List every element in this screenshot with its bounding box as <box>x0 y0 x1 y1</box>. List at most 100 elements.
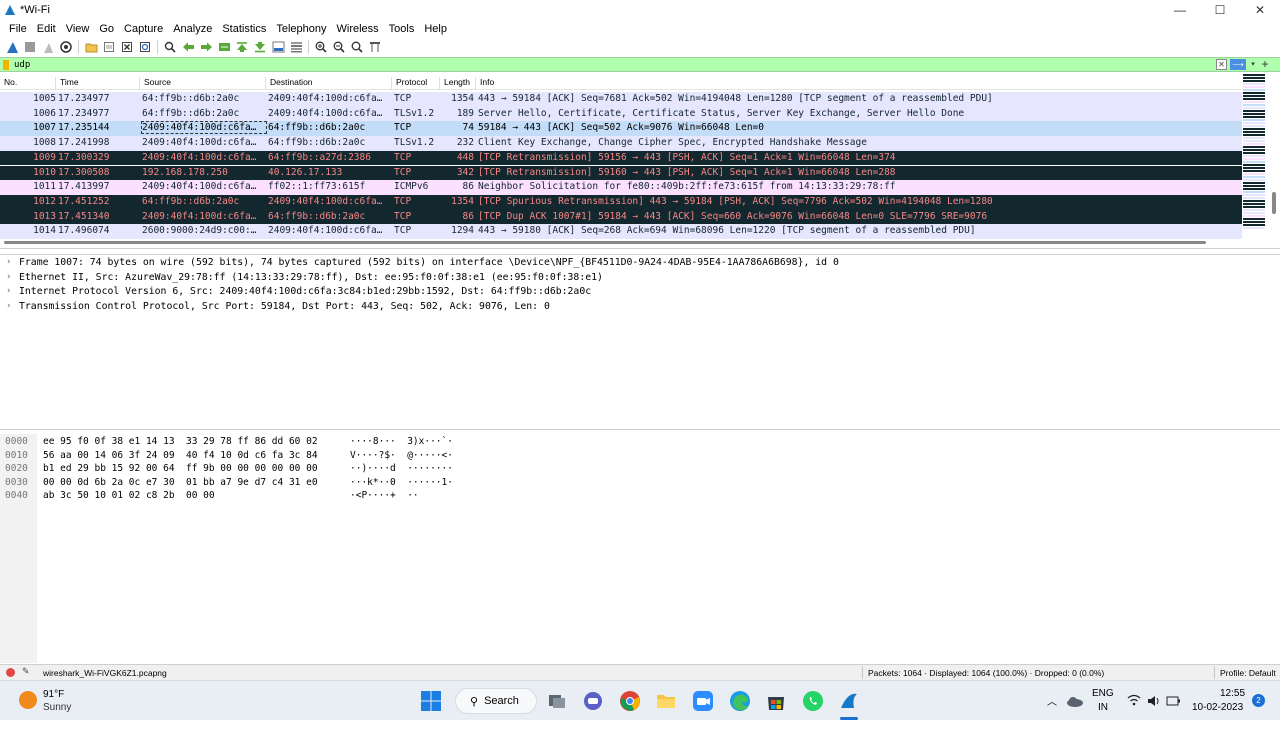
display-filter-bar: ✕ ⟶ ▾ + <box>0 57 1280 72</box>
column-header-no[interactable]: No. <box>0 77 56 89</box>
packet-cell-len: 448 <box>456 151 474 163</box>
weather-temperature[interactable]: 91°F <box>43 689 64 700</box>
go-to-packet-icon[interactable] <box>215 39 233 55</box>
stop-icon[interactable] <box>21 39 39 55</box>
packet-row[interactable]: 1011 17.413997 2409:40f4:100d:c6fa… ff02::1… <box>0 180 1242 195</box>
packet-list-horizontal-scrollbar[interactable] <box>0 237 1242 247</box>
menu-file[interactable]: File <box>4 23 32 35</box>
packet-row[interactable]: 1013 17.451340 2409:40f4:100d:c6fa… 64:ff9b… <box>0 209 1242 225</box>
show-hidden-icons-chevron-up-icon[interactable]: ︿ <box>1047 693 1057 733</box>
last-packet-icon[interactable] <box>251 39 269 55</box>
packet-cell-src: 64:ff9b::d6b:2a0c <box>142 93 240 104</box>
minimap-stripe <box>1243 170 1265 172</box>
packet-row[interactable]: 1008 17.241998 2409:40f4:100d:c6fa… 64:ff9b… <box>0 136 1242 151</box>
reload-icon[interactable] <box>136 39 154 55</box>
chevron-right-icon[interactable]: › <box>6 272 11 282</box>
keyboard-region[interactable]: IN <box>1098 702 1108 742</box>
taskbar-search[interactable]: ⚲ Search <box>455 688 537 714</box>
find-icon[interactable] <box>161 39 179 55</box>
menu-telephony[interactable]: Telephony <box>271 23 331 35</box>
column-header-protocol[interactable]: Protocol <box>392 77 440 89</box>
scroll-thumb[interactable] <box>4 241 1206 244</box>
column-header-length[interactable]: Length <box>440 77 476 89</box>
maximize-button[interactable]: ☐ <box>1200 0 1240 20</box>
detail-row-ipv6[interactable]: › Internet Protocol Version 6, Src: 2409:… <box>0 285 1280 300</box>
file-explorer-icon[interactable] <box>655 690 677 712</box>
bookmark-icon[interactable] <box>3 60 9 70</box>
add-filter-button-plus-icon[interactable]: + <box>1259 58 1271 71</box>
menu-tools[interactable]: Tools <box>384 23 420 35</box>
menu-go[interactable]: Go <box>94 23 119 35</box>
microsoft-store-icon[interactable] <box>765 690 787 712</box>
zoom-reset-icon[interactable] <box>348 39 366 55</box>
detail-row-tcp[interactable]: › Transmission Control Protocol, Src Port… <box>0 300 1280 315</box>
menu-help[interactable]: Help <box>419 23 452 35</box>
menu-wireless[interactable]: Wireless <box>332 23 384 35</box>
column-header-time[interactable]: Time <box>56 77 140 89</box>
whatsapp-icon[interactable] <box>802 690 824 712</box>
menu-edit[interactable]: Edit <box>32 23 61 35</box>
chrome-icon[interactable] <box>619 690 641 712</box>
scroll-thumb[interactable] <box>1272 192 1276 214</box>
chevron-right-icon[interactable]: › <box>6 286 11 296</box>
menu-analyze[interactable]: Analyze <box>168 23 217 35</box>
battery-icon[interactable] <box>1166 695 1181 707</box>
save-file-icon[interactable] <box>100 39 118 55</box>
first-packet-icon[interactable] <box>233 39 251 55</box>
zoom-in-icon[interactable] <box>312 39 330 55</box>
restart-icon[interactable] <box>39 39 57 55</box>
packet-row[interactable]: 1010 17.300508 192.168.178.250 40.126.17.13… <box>0 165 1242 181</box>
chevron-right-icon[interactable]: › <box>6 257 11 267</box>
menu-view[interactable]: View <box>61 23 95 35</box>
column-header-info[interactable]: Info <box>476 77 1242 89</box>
windows-start-icon[interactable] <box>420 690 442 712</box>
expert-info-icon[interactable] <box>6 668 15 677</box>
packet-cell-info: [TCP Retransmission] 59156 → 443 [PSH, A… <box>478 151 896 163</box>
open-file-icon[interactable] <box>82 39 100 55</box>
minimize-button[interactable]: — <box>1160 0 1200 20</box>
filter-history-chevron-down-icon[interactable]: ▾ <box>1249 59 1257 70</box>
clear-filter-icon[interactable]: ✕ <box>1216 59 1227 70</box>
options-icon[interactable] <box>57 39 75 55</box>
column-header-destination[interactable]: Destination <box>266 77 392 89</box>
close-file-icon[interactable] <box>118 39 136 55</box>
packet-minimap[interactable] <box>1243 74 1265 234</box>
go-forward-icon[interactable] <box>197 39 215 55</box>
go-back-icon[interactable] <box>179 39 197 55</box>
zoom-out-icon[interactable] <box>330 39 348 55</box>
close-button[interactable]: ✕ <box>1240 0 1280 20</box>
packet-row[interactable]: 1012 17.451252 64:ff9b::d6b:2a0c 2409:40f4:… <box>0 194 1242 210</box>
packet-row[interactable]: 1006 17.234977 64:ff9b::d6b:2a0c 2409:40f4:… <box>0 106 1242 122</box>
resize-columns-icon[interactable] <box>366 39 384 55</box>
zoom-meetings-icon[interactable] <box>692 690 714 712</box>
wireshark-taskbar-icon[interactable] <box>838 690 860 712</box>
column-header-source[interactable]: Source <box>140 77 266 89</box>
volume-icon[interactable] <box>1147 694 1161 708</box>
menu-capture[interactable]: Capture <box>119 23 168 35</box>
cloud-onedrive-icon[interactable] <box>1066 693 1084 709</box>
packet-row[interactable]: 1009 17.300329 2409:40f4:100d:c6fa… 64:ff9b… <box>0 150 1242 166</box>
chat-icon[interactable] <box>582 690 604 712</box>
task-view-icon[interactable] <box>546 690 568 712</box>
weather-description[interactable]: Sunny <box>43 702 71 713</box>
menu-statistics[interactable]: Statistics <box>217 23 271 35</box>
colorize-icon[interactable] <box>287 39 305 55</box>
clock-date[interactable]: 10-02-2023 <box>1192 702 1243 742</box>
wifi-icon[interactable] <box>1127 693 1141 707</box>
packet-row[interactable]: 1005 17.234977 64:ff9b::d6b:2a0c 2409:40f4:… <box>0 92 1242 107</box>
edge-icon[interactable] <box>729 690 751 712</box>
detail-row-ethernet[interactable]: › Ethernet II, Src: AzureWav_29:78:ff (14… <box>0 271 1280 286</box>
profile-selector[interactable]: Profile: Default <box>1220 668 1276 678</box>
apply-filter-arrow-icon[interactable]: ⟶ <box>1230 59 1246 70</box>
notification-badge[interactable]: 2 <box>1252 694 1265 707</box>
packet-list-vertical-scrollbar[interactable] <box>1268 74 1280 234</box>
detail-row-frame[interactable]: › Frame 1007: 74 bytes on wire (592 bits)… <box>0 256 1280 271</box>
autoscroll-icon[interactable] <box>269 39 287 55</box>
sun-icon[interactable] <box>19 691 37 709</box>
packet-row[interactable]: 1007 17.235144 2409:40f4:100d:c6fa… 64:ff9b… <box>0 121 1242 137</box>
shark-start-icon[interactable] <box>3 39 21 55</box>
edit-comment-icon[interactable]: ✎ <box>22 666 34 678</box>
chevron-right-icon[interactable]: › <box>6 301 11 311</box>
status-divider <box>862 666 863 679</box>
display-filter-input[interactable] <box>14 59 1194 71</box>
